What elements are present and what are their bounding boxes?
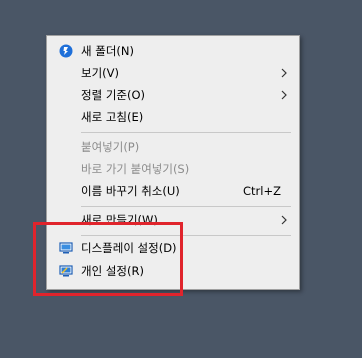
- chevron-right-icon: [281, 68, 287, 78]
- shield-badge-icon: [59, 44, 73, 58]
- menu-item-label: 붙여넣기(P): [81, 140, 140, 154]
- menu-item-label: 이름 바꾸기 취소(U): [81, 184, 180, 198]
- menu-item-new-folder[interactable]: 새 폴더(N): [47, 40, 299, 62]
- menu-item-sort-by[interactable]: 정렬 기준(O): [47, 84, 299, 106]
- highlight-box: [33, 222, 183, 296]
- menu-item-label: 새 폴더(N): [81, 44, 134, 58]
- menu-item-refresh[interactable]: 새로 고침(E): [47, 106, 299, 128]
- menu-item-label: 보기(V): [81, 66, 119, 80]
- chevron-right-icon: [281, 215, 287, 225]
- menu-separator: [81, 206, 291, 207]
- menu-item-paste-shortcut: 바로 가기 붙여넣기(S): [47, 158, 299, 180]
- menu-item-label: 새로 고침(E): [81, 110, 144, 124]
- menu-item-label: 바로 가기 붙여넣기(S): [81, 162, 190, 176]
- menu-item-view[interactable]: 보기(V): [47, 62, 299, 84]
- menu-item-undo-rename[interactable]: 이름 바꾸기 취소(U) Ctrl+Z: [47, 180, 299, 202]
- menu-item-label: 정렬 기준(O): [81, 88, 145, 102]
- menu-item-shortcut: Ctrl+Z: [243, 184, 281, 198]
- menu-item-paste: 붙여넣기(P): [47, 136, 299, 158]
- menu-separator: [81, 132, 291, 133]
- chevron-right-icon: [281, 90, 287, 100]
